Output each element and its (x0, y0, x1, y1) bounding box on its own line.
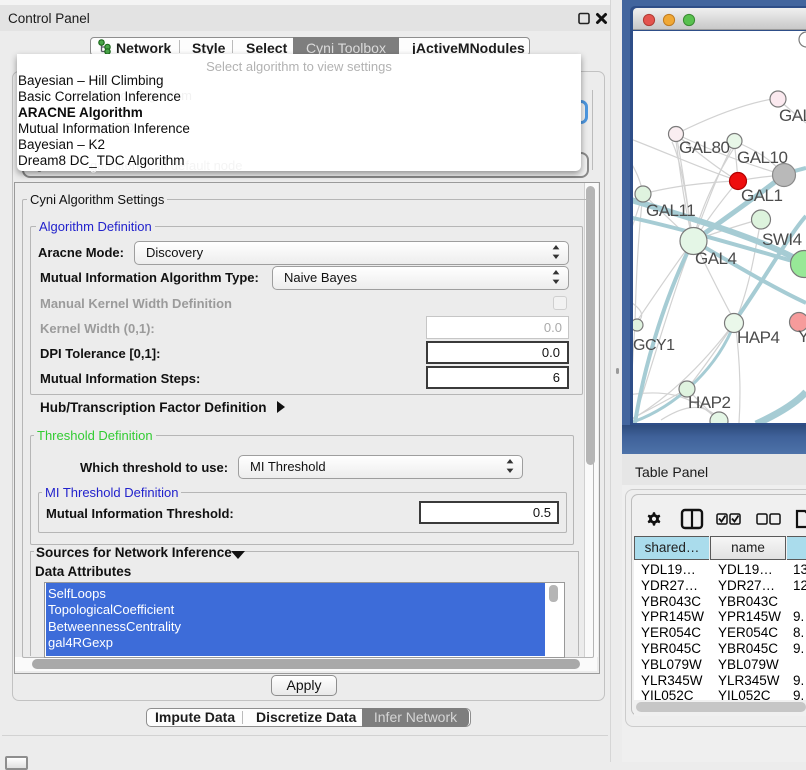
svg-text:GAL4: GAL4 (695, 249, 737, 268)
svg-text:GAL1: GAL1 (741, 186, 783, 205)
svg-text:SWI4: SWI4 (762, 230, 802, 249)
svg-text:HAP4: HAP4 (737, 328, 779, 347)
svg-text:GCY1: GCY1 (633, 337, 675, 354)
svg-text:GAL10: GAL10 (737, 148, 787, 167)
svg-text:GAL80: GAL80 (679, 138, 729, 157)
svg-text:GAL11: GAL11 (646, 201, 695, 220)
svg-text:GAL7: GAL7 (779, 106, 806, 125)
svg-text:Y: Y (798, 327, 806, 346)
svg-text:HAP2: HAP2 (688, 393, 730, 412)
